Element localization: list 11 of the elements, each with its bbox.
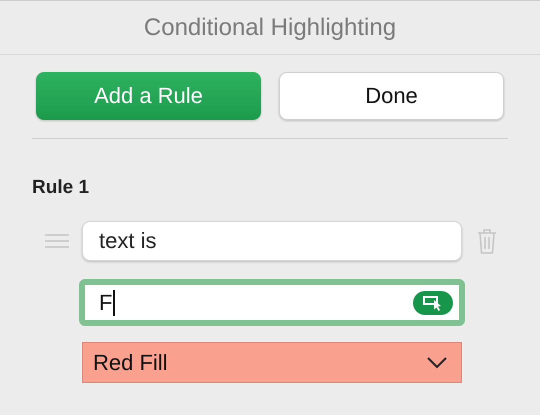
done-button[interactable]: Done <box>279 72 504 120</box>
value-text: F <box>99 290 413 316</box>
cell-select-icon[interactable] <box>413 290 453 314</box>
chevron-down-icon <box>427 356 447 368</box>
panel-title: Conditional Highlighting <box>144 14 396 42</box>
value-field[interactable]: F <box>79 279 465 326</box>
trash-icon[interactable] <box>477 228 497 254</box>
style-dropdown[interactable]: Red Fill <box>82 342 462 383</box>
drag-handle-icon[interactable] <box>45 234 69 248</box>
condition-select[interactable]: text is <box>82 221 462 261</box>
rule-title: Rule 1 <box>32 177 90 199</box>
